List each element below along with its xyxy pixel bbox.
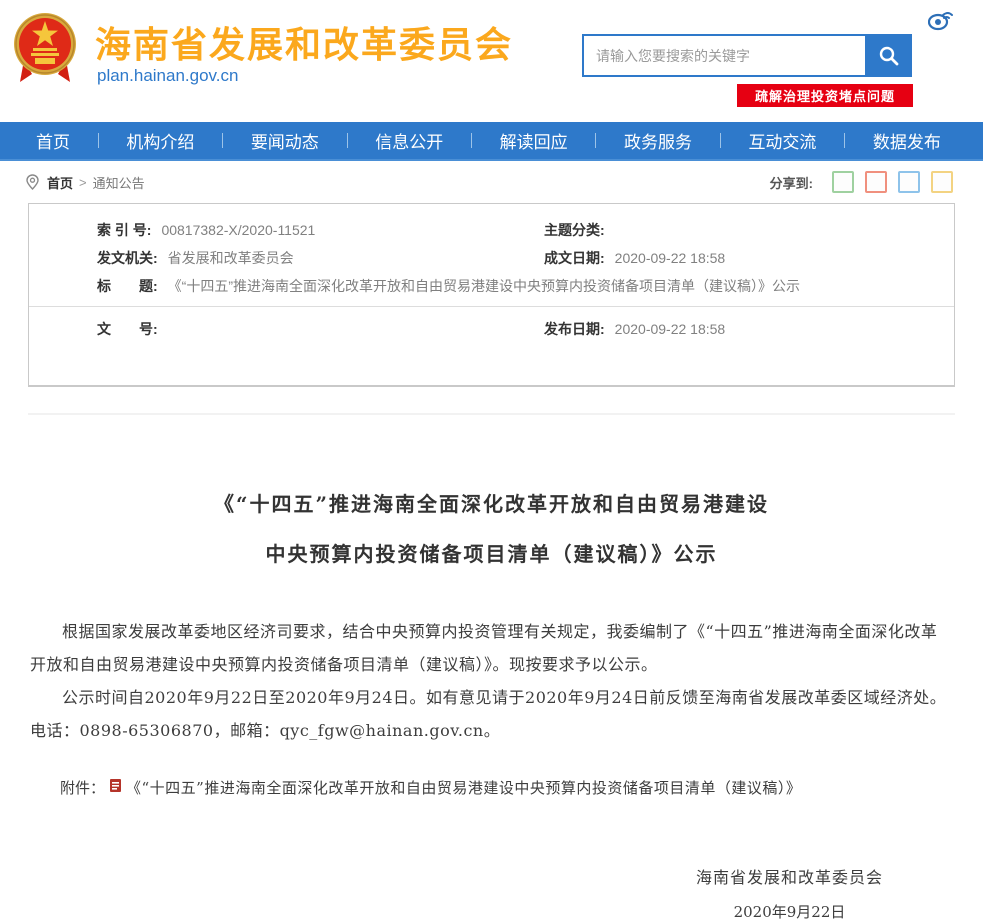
site-header: 海南省发展和改革委员会 plan.hainan.gov.cn 疏解治理投资堵点问… [0, 0, 983, 122]
nav-item-data[interactable]: 数据发布 [873, 128, 941, 153]
meta-written-date-label: 成文日期: [544, 248, 605, 268]
nav-item-info-disclosure[interactable]: 信息公开 [375, 128, 443, 153]
attachment-label: 附件： [60, 777, 105, 798]
meta-docno-label: 文 号: [97, 319, 158, 339]
search-button[interactable] [865, 34, 912, 77]
hot-topic-link[interactable]: 疏解治理投资堵点问题 [737, 84, 913, 107]
nav-item-news[interactable]: 要闻动态 [251, 128, 319, 153]
signature-date: 2020年9月22日 [696, 901, 883, 922]
breadcrumb-current[interactable]: 通知公告 [93, 173, 145, 192]
nav-separator [471, 133, 472, 148]
site-url: plan.hainan.gov.cn [97, 66, 238, 86]
attachment-row: 附件： 《“十四五”推进海南全面深化改革开放和自由贸易港建设中央预算内投资储备项… [30, 777, 953, 798]
share-button-1[interactable] [832, 171, 854, 193]
meta-title-value: 《“十四五”推进海南全面深化改革开放和自由贸易港建设中央预算内投资储备项目清单（… [168, 276, 800, 296]
section-divider [28, 413, 955, 415]
share-area: 分享到: [770, 171, 953, 193]
meta-row-title: 标 题: 《“十四五”推进海南全面深化改革开放和自由贸易港建设中央预算内投资储备… [29, 272, 954, 300]
document-body: 根据国家发展改革委地区经济司要求，结合中央预算内投资管理有关规定，我委编制了《“… [30, 615, 953, 747]
meta-row-agency: 发文机关: 省发展和改革委员会 成文日期: 2020-09-22 18:58 [29, 244, 954, 272]
nav-separator [98, 133, 99, 148]
nav-separator [222, 133, 223, 148]
nav-separator [595, 133, 596, 148]
share-button-4[interactable] [931, 171, 953, 193]
nav-item-services[interactable]: 政务服务 [624, 128, 692, 153]
nav-item-home[interactable]: 首页 [36, 128, 70, 153]
paragraph-1: 根据国家发展改革委地区经济司要求，结合中央预算内投资管理有关规定，我委编制了《“… [30, 615, 953, 681]
meta-agency-label: 发文机关: [97, 248, 158, 268]
meta-title-label: 标 题: [97, 276, 158, 296]
nav-item-interaction[interactable]: 互动交流 [748, 128, 816, 153]
breadcrumb-separator: > [79, 175, 87, 190]
document-meta-box: 索 引 号: 00817382-X/2020-11521 主题分类: 发文机关:… [28, 203, 955, 387]
search-bar [582, 34, 912, 77]
breadcrumb: 首页 > 通知公告 分享到: [0, 161, 983, 203]
breadcrumb-home[interactable]: 首页 [47, 173, 73, 192]
nav-item-about[interactable]: 机构介绍 [126, 128, 194, 153]
meta-agency-value: 省发展和改革委员会 [168, 248, 294, 268]
search-input[interactable] [582, 34, 865, 77]
meta-index-label: 索 引 号: [97, 220, 151, 240]
meta-publish-date-label: 发布日期: [544, 319, 605, 339]
share-button-2[interactable] [865, 171, 887, 193]
nav-item-interpretation[interactable]: 解读回应 [500, 128, 568, 153]
document-icon [109, 778, 122, 797]
article-content: 《“十四五”推进海南全面深化改革开放和自由贸易港建设 中央预算内投资储备项目清单… [0, 479, 983, 922]
magnifier-icon [878, 45, 900, 67]
nav-separator [347, 133, 348, 148]
signature-block: 海南省发展和改革委员会 2020年9月22日 [30, 864, 953, 922]
nav-separator [720, 133, 721, 148]
share-button-3[interactable] [898, 171, 920, 193]
main-nav: 首页 机构介绍 要闻动态 信息公开 解读回应 政务服务 互动交流 数据发布 [0, 122, 983, 161]
paragraph-2: 公示时间自2020年9月22日至2020年9月24日。如有意见请于2020年9月… [30, 681, 953, 747]
meta-row-docno: 文 号: 发布日期: 2020-09-22 18:58 [29, 315, 954, 343]
meta-row-index: 索 引 号: 00817382-X/2020-11521 主题分类: [29, 216, 954, 244]
meta-publish-date-value: 2020-09-22 18:58 [615, 321, 726, 337]
signature-name: 海南省发展和改革委员会 [696, 864, 883, 888]
attachment-link[interactable]: 《“十四五”推进海南全面深化改革开放和自由贸易港建设中央预算内投资储备项目清单（… [126, 777, 801, 798]
share-label: 分享到: [770, 173, 813, 192]
national-emblem-logo[interactable] [12, 8, 78, 86]
document-title-line2: 中央预算内投资储备项目清单（建议稿）》公示 [30, 529, 953, 579]
location-pin-icon [26, 174, 39, 190]
national-emblem-icon [12, 8, 78, 86]
site-title[interactable]: 海南省发展和改革委员会 [95, 16, 513, 68]
document-title-line1: 《“十四五”推进海南全面深化改革开放和自由贸易港建设 [30, 479, 953, 529]
meta-topic-label: 主题分类: [544, 220, 605, 240]
meta-written-date-value: 2020-09-22 18:58 [615, 250, 726, 266]
meta-index-value: 00817382-X/2020-11521 [161, 222, 315, 238]
weibo-icon[interactable] [928, 7, 954, 31]
nav-separator [844, 133, 845, 148]
document-title: 《“十四五”推进海南全面深化改革开放和自由贸易港建设 中央预算内投资储备项目清单… [30, 479, 953, 579]
